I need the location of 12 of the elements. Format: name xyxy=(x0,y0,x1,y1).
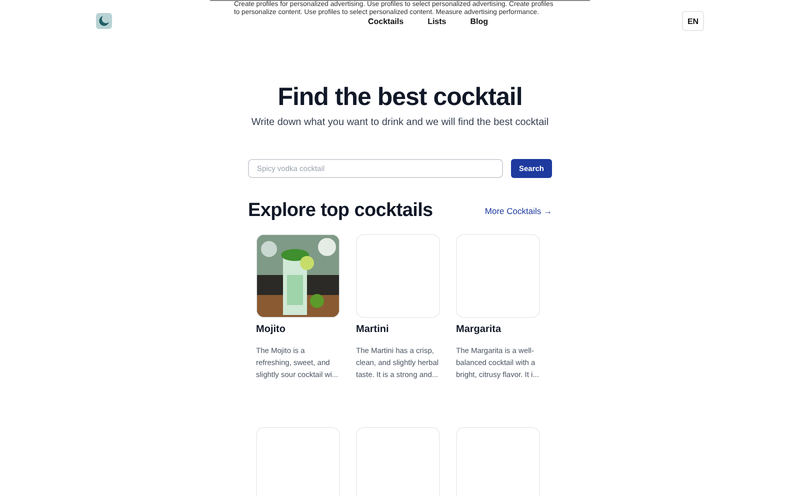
hero-subtitle: Write down what you want to drink and we will find the best cocktail xyxy=(250,116,550,130)
cocktail-name[interactable]: Mojito xyxy=(256,324,340,335)
section-title: Explore top cocktails xyxy=(248,200,433,222)
language-button[interactable]: EN xyxy=(682,11,704,31)
logo-icon[interactable] xyxy=(96,13,112,29)
nav-link[interactable]: Blog xyxy=(470,16,488,26)
nav-link[interactable]: Cocktails xyxy=(368,16,404,26)
cocktail-name[interactable]: Margarita xyxy=(456,324,540,335)
more-cocktails-link[interactable]: More Cocktails → xyxy=(484,206,552,216)
nav-link[interactable]: Lists xyxy=(428,16,446,26)
hero-title: Find the best cocktail xyxy=(276,82,524,112)
cocktail-name[interactable]: Martini xyxy=(356,324,440,335)
